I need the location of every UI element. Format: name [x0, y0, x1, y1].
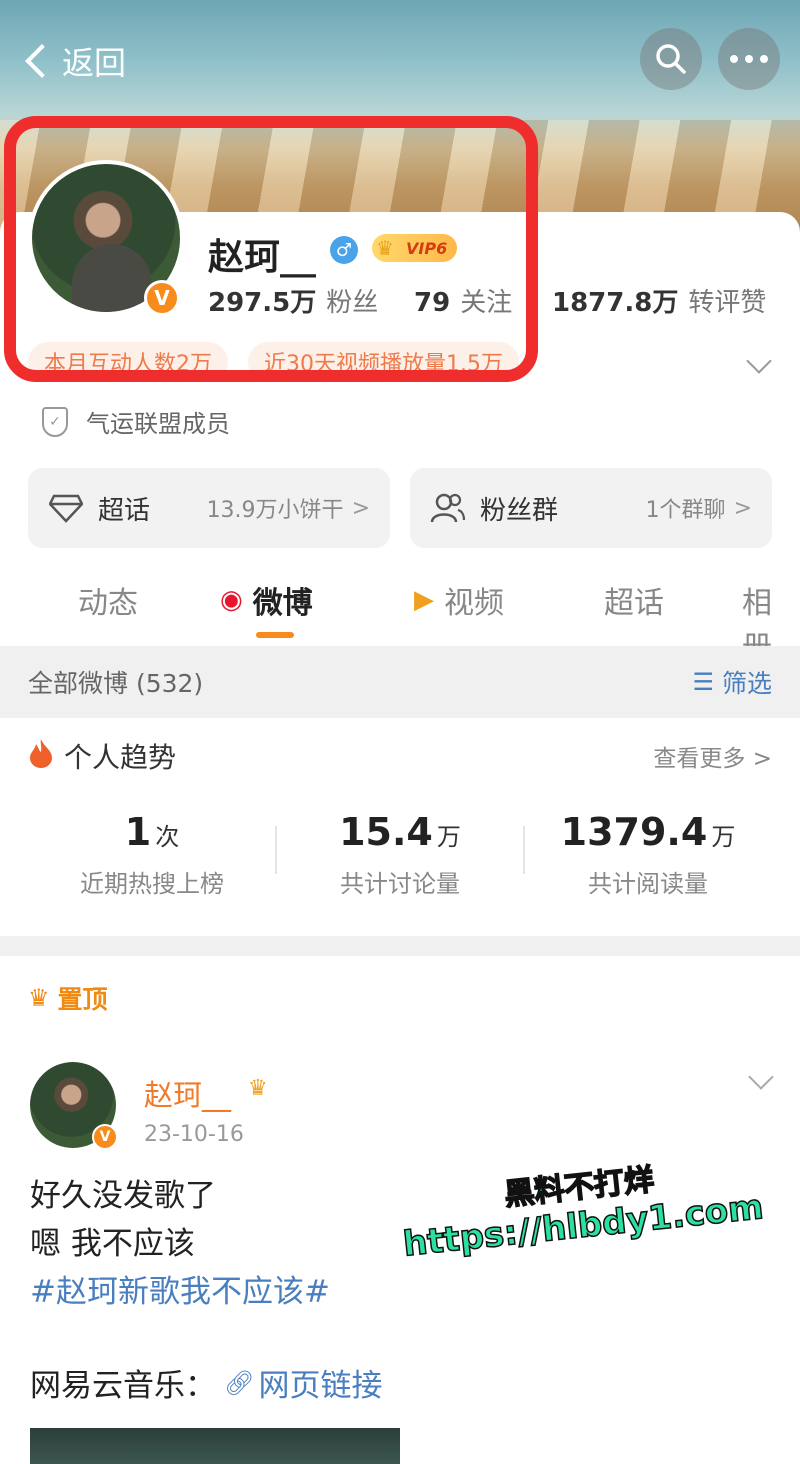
trend-unit: 万 — [711, 823, 736, 851]
divider — [275, 826, 277, 874]
tile-name: 粉丝群 — [480, 495, 559, 526]
tab-video[interactable]: ▶ 视频 — [414, 578, 504, 622]
crown-icon: ♛ — [28, 984, 50, 1012]
web-link-label: 网页链接 — [258, 1368, 383, 1404]
chevron-left-icon — [25, 44, 59, 78]
trend-caption: 共计阅读量 — [588, 870, 708, 898]
tab-label: 微博 — [252, 586, 313, 621]
trend-unit: 次 — [155, 823, 180, 851]
more-button[interactable] — [718, 28, 780, 90]
weibo-logo-icon: ◉ — [220, 585, 243, 615]
post-body: 好久没发歌了 嗯 我不应该 #赵珂新歌我不应该# — [30, 1172, 330, 1316]
profile-tabs: 动态 ◉ 微博 ▶ 视频 超话 相册 — [0, 578, 800, 665]
post-author-name[interactable]: 赵珂__ — [144, 1072, 231, 1114]
chevron-right-icon: > — [351, 495, 370, 521]
filter-icon: ☰ — [692, 668, 714, 696]
verified-badge-icon: V — [92, 1124, 118, 1150]
trend-more-link[interactable]: 查看更多 > — [653, 739, 772, 773]
trend-stat-reads[interactable]: 1379.4 万 共计阅读量 — [524, 810, 772, 899]
fire-icon — [28, 738, 54, 775]
chevron-right-icon: > — [733, 495, 752, 521]
highlight-annotation-box — [4, 116, 538, 382]
trend-caption: 近期热搜上榜 — [80, 870, 224, 898]
back-label: 返回 — [62, 44, 127, 82]
web-link[interactable]: 🔗︎ 网页链接 — [224, 1360, 382, 1405]
supertopic-tile[interactable]: 超话 13.9万小饼干 > — [28, 468, 390, 548]
search-icon — [656, 44, 686, 74]
tab-label: 视频 — [444, 586, 504, 621]
filter-bar: 全部微博 (532) ☰ 筛选 — [0, 646, 800, 718]
post-music-row: 网易云音乐： 🔗︎ 网页链接 — [30, 1360, 382, 1405]
tab-weibo[interactable]: ◉ 微博 — [220, 578, 313, 622]
trend-stats: 1次 近期热搜上榜 15.4 万 共计讨论量 1379.4 万 共计阅读量 — [0, 810, 800, 910]
trend-title: 个人趋势 — [64, 741, 177, 774]
all-posts-count: 全部微博 (532) — [28, 669, 204, 698]
tile-extra: 13.9万小饼干 — [206, 498, 344, 523]
post-line: 嗯 我不应该 — [30, 1226, 195, 1262]
member-row[interactable]: ✓ 气运联盟成员 — [42, 404, 230, 439]
search-button[interactable] — [640, 28, 702, 90]
post-date: 23-10-16 — [144, 1122, 244, 1147]
music-label: 网易云音乐： — [30, 1368, 216, 1404]
stat-value: 1877.8万 — [552, 288, 679, 318]
post-line: 好久没发歌了 — [30, 1178, 216, 1214]
trend-value: 1379.4 — [560, 810, 708, 854]
trend-unit: 万 — [436, 823, 461, 851]
video-play-icon: ▶ — [414, 585, 434, 615]
people-icon — [430, 490, 466, 526]
tab-label: 动态 — [78, 586, 138, 621]
back-button[interactable]: 返回 — [22, 38, 126, 84]
link-icon: 🔗︎ — [224, 1368, 255, 1397]
pinned-label: ♛ 置顶 — [28, 980, 108, 1016]
filter-label: 筛选 — [721, 669, 772, 698]
trend-stat-hot-search[interactable]: 1次 近期热搜上榜 — [28, 810, 276, 899]
filter-button[interactable]: ☰ 筛选 — [692, 664, 772, 700]
vip-crown-icon: ♛ — [248, 1076, 268, 1101]
pinned-text: 置顶 — [57, 985, 108, 1014]
trend-header: 个人趋势 查看更多 > — [28, 736, 772, 776]
more-dots-icon — [730, 55, 768, 63]
post-media-thumbnail[interactable] — [30, 1428, 400, 1464]
section-divider — [0, 936, 800, 956]
stat-engagement[interactable]: 1877.8万 转评赞 — [552, 282, 766, 319]
trend-value: 1 — [124, 810, 152, 854]
active-tab-indicator — [256, 632, 294, 638]
member-label: 气运联盟成员 — [86, 410, 230, 438]
trend-value: 15.4 — [339, 810, 433, 854]
tile-extra: 1个群聊 — [645, 498, 726, 523]
post-hashtag[interactable]: #赵珂新歌我不应该# — [30, 1268, 330, 1316]
trend-caption: 共计讨论量 — [340, 870, 460, 898]
tab-dynamics[interactable]: 动态 — [78, 578, 138, 622]
diamond-icon — [48, 490, 84, 526]
shield-icon: ✓ — [42, 406, 68, 437]
stat-label: 转评赞 — [688, 288, 767, 318]
divider — [523, 826, 525, 874]
fan-group-tile[interactable]: 粉丝群 1个群聊 > — [410, 468, 772, 548]
tile-name: 超话 — [98, 495, 151, 526]
trend-stat-discussion[interactable]: 15.4 万 共计讨论量 — [276, 810, 524, 899]
tab-label: 超话 — [604, 586, 664, 621]
tab-supertopic[interactable]: 超话 — [604, 578, 664, 622]
